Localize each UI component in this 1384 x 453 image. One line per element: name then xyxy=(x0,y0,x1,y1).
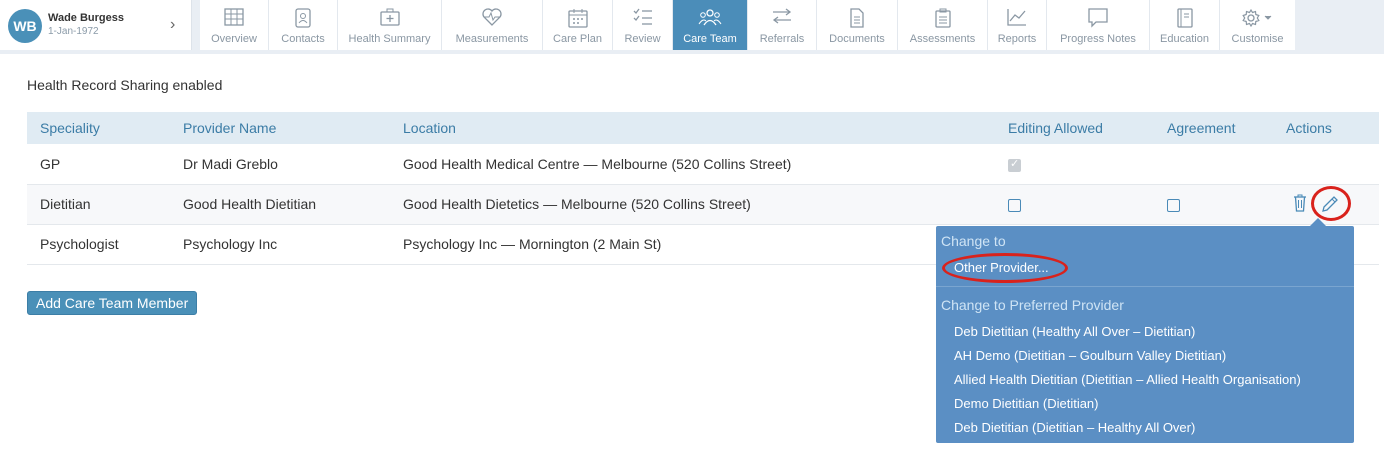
tab-health-summary[interactable]: Health Summary xyxy=(338,0,442,50)
cell-speciality: GP xyxy=(27,144,170,185)
cell-provider: Psychology Inc xyxy=(170,224,390,265)
menu-item-preferred-provider[interactable]: Demo Dietitian (Dietitian) xyxy=(954,396,1099,411)
highlight-circle xyxy=(1311,186,1351,221)
menu-item-preferred-provider[interactable]: Deb Dietitian (Dietitian – Healthy All O… xyxy=(954,420,1195,435)
tab-label: Progress Notes xyxy=(1060,33,1136,45)
tab-education[interactable]: Education xyxy=(1150,0,1220,50)
book-icon xyxy=(1176,8,1193,28)
cell-location: Psychology Inc — Mornington (2 Main St) xyxy=(390,224,995,265)
team-icon xyxy=(698,9,722,26)
tab-care-plan[interactable]: Care Plan xyxy=(543,0,613,50)
table-row[interactable]: GP Dr Madi Greblo Good Health Medical Ce… xyxy=(27,144,1379,185)
highlight-circle xyxy=(942,253,1068,283)
tab-measurements[interactable]: Measurements xyxy=(442,0,543,50)
cell-actions xyxy=(1273,144,1379,185)
tab-assessments[interactable]: Assessments xyxy=(898,0,988,50)
change-to-header: Change to xyxy=(941,233,1006,249)
tab-label: Assessments xyxy=(909,33,976,45)
editing-allowed-checkbox xyxy=(1008,157,1021,172)
tab-label: Referrals xyxy=(759,33,805,45)
col-provider[interactable]: Provider Name xyxy=(170,112,390,144)
medical-kit-icon xyxy=(379,8,400,26)
tab-progress-notes[interactable]: Progress Notes xyxy=(1047,0,1150,50)
cell-provider: Dr Madi Greblo xyxy=(170,144,390,185)
chart-icon xyxy=(1007,9,1026,26)
cell-speciality: Psychologist xyxy=(27,224,170,265)
menu-item-preferred-provider[interactable]: Allied Health Dietitian (Dietitian – All… xyxy=(954,372,1301,387)
cell-editing xyxy=(995,144,1154,185)
table-row[interactable]: Dietitian Good Health Dietitian Good Hea… xyxy=(27,184,1379,225)
arrows-icon xyxy=(772,8,792,24)
sharing-status: Health Record Sharing enabled xyxy=(27,77,223,93)
chevron-right-icon[interactable]: › xyxy=(170,16,175,34)
col-editing-allowed[interactable]: Editing Allowed xyxy=(995,112,1154,144)
tab-review[interactable]: Review xyxy=(613,0,673,50)
avatar: WB xyxy=(8,9,42,43)
tab-label: Reports xyxy=(997,33,1037,45)
patient-name: Wade Burgess xyxy=(48,12,125,24)
tab-label: Health Summary xyxy=(348,33,431,45)
cell-provider: Good Health Dietitian xyxy=(170,184,390,225)
tab-contacts[interactable]: Contacts xyxy=(269,0,338,50)
tab-label: Review xyxy=(624,33,661,45)
col-agreement[interactable]: Agreement xyxy=(1154,112,1273,144)
tab-customise[interactable]: Customise xyxy=(1220,0,1295,50)
tab-label: Measurements xyxy=(455,33,529,45)
tab-documents[interactable]: Documents xyxy=(817,0,898,50)
patient-header[interactable]: WB Wade Burgess 1-Jan-1972 › xyxy=(0,0,192,50)
cell-location: Good Health Medical Centre — Melbourne (… xyxy=(390,144,995,185)
menu-item-preferred-provider[interactable]: AH Demo (Dietitian – Goulburn Valley Die… xyxy=(954,348,1226,363)
clipboard-icon xyxy=(934,8,951,28)
table-header: Speciality Provider Name Location Editin… xyxy=(27,112,1379,144)
tab-label: Care Team xyxy=(683,33,737,45)
col-speciality[interactable]: Speciality xyxy=(27,112,170,144)
heart-pulse-icon xyxy=(482,8,502,26)
tab-reports[interactable]: Reports xyxy=(988,0,1047,50)
cell-speciality: Dietitian xyxy=(27,184,170,225)
tab-care-team[interactable]: Care Team xyxy=(673,0,748,50)
tab-label: Education xyxy=(1160,33,1209,45)
tab-label: Overview xyxy=(211,33,257,45)
col-actions: Actions xyxy=(1273,112,1379,144)
patient-dob: 1-Jan-1972 xyxy=(48,26,99,37)
cell-agreement xyxy=(1154,184,1273,225)
cell-editing xyxy=(995,184,1154,225)
table-icon xyxy=(224,8,244,26)
cell-agreement xyxy=(1154,144,1273,185)
agreement-checkbox[interactable] xyxy=(1167,198,1180,212)
add-care-team-member-button[interactable]: Add Care Team Member xyxy=(27,291,198,315)
tab-label: Care Plan xyxy=(553,33,602,45)
preferred-provider-header: Change to Preferred Provider xyxy=(941,297,1124,313)
tab-label: Documents xyxy=(829,33,885,45)
menu-item-preferred-provider[interactable]: Deb Dietitian (Healthy All Over – Dietit… xyxy=(954,324,1195,339)
contacts-icon xyxy=(295,8,311,28)
editing-allowed-checkbox[interactable] xyxy=(1008,198,1021,212)
speech-bubble-icon xyxy=(1088,8,1108,28)
nav-tabs: Overview Contacts Health Summary Measure… xyxy=(200,0,1295,50)
col-location[interactable]: Location xyxy=(390,112,995,144)
divider xyxy=(936,286,1354,287)
trash-icon[interactable] xyxy=(1293,194,1307,212)
tab-label: Contacts xyxy=(281,33,325,45)
tab-overview[interactable]: Overview xyxy=(200,0,269,50)
document-icon xyxy=(850,8,864,28)
tab-label: Customise xyxy=(1231,33,1284,45)
gear-icon xyxy=(1241,8,1271,28)
calendar-icon xyxy=(567,9,588,28)
checklist-icon xyxy=(633,8,652,25)
cell-location: Good Health Dietetics — Melbourne (520 C… xyxy=(390,184,995,225)
tab-referrals[interactable]: Referrals xyxy=(748,0,817,50)
